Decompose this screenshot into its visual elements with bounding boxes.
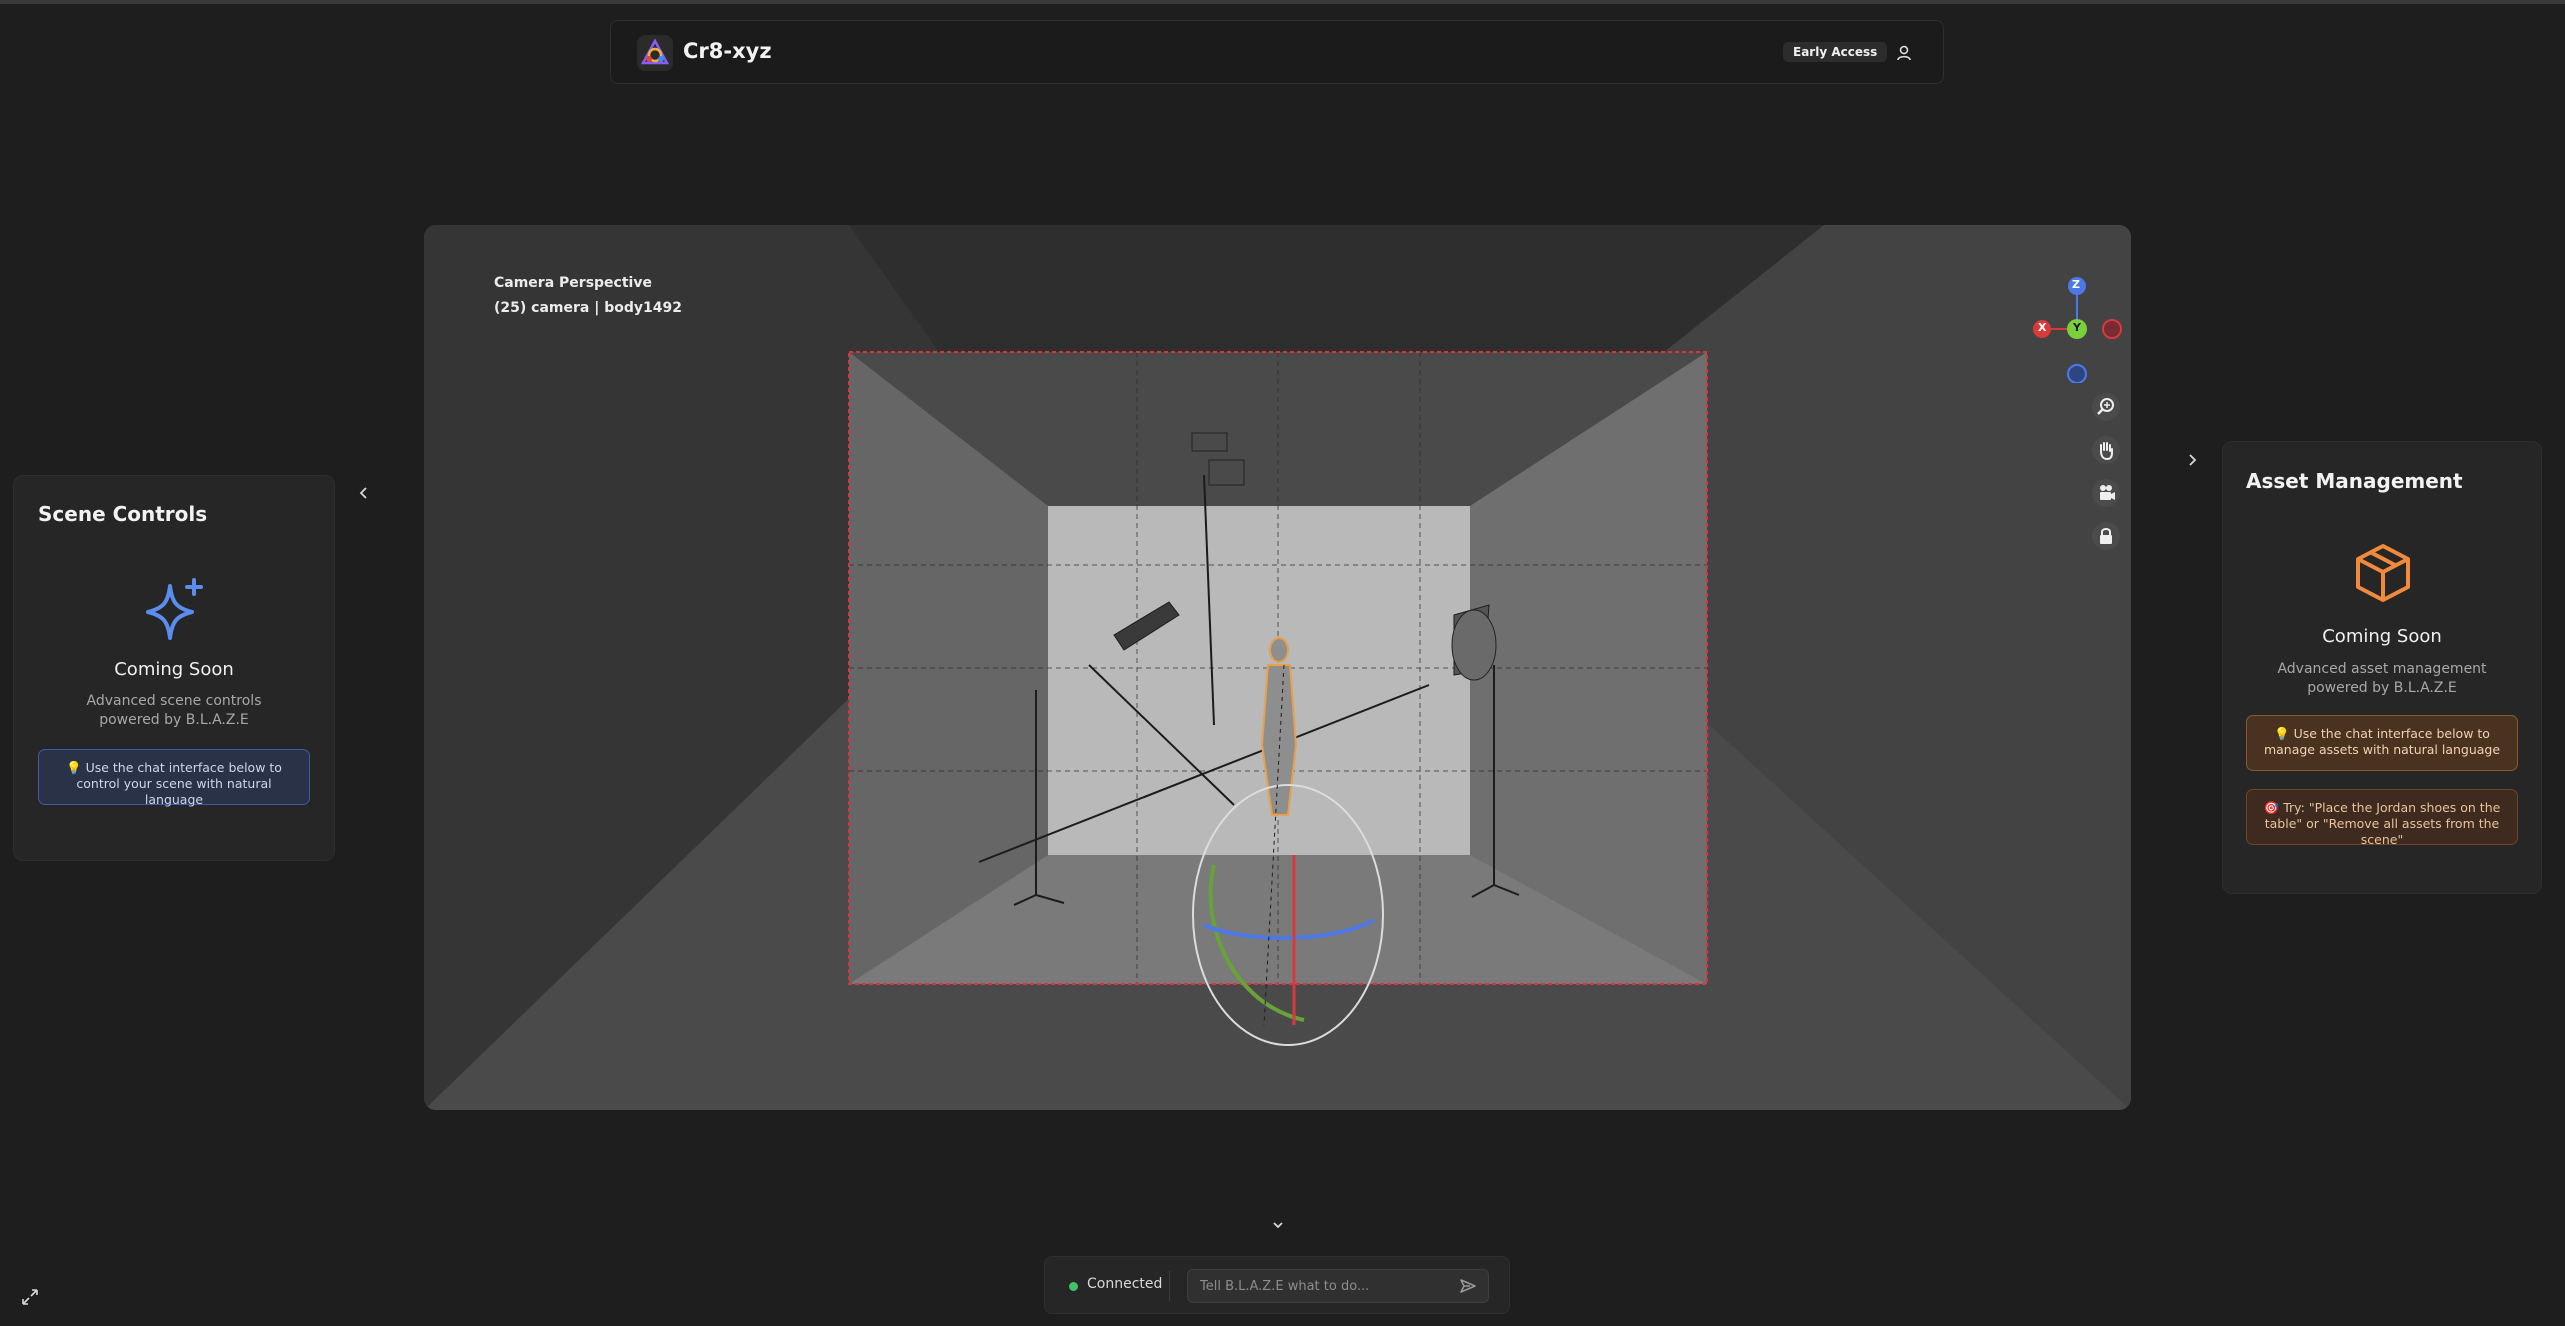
sparkles-icon (142, 576, 208, 642)
scene-controls-panel: Scene Controls Coming Soon Advanced scen… (13, 475, 335, 861)
scene-coming-soon: Coming Soon (114, 659, 234, 680)
selected-object-label: (25) camera | body1492 (494, 300, 682, 316)
user-icon[interactable] (1894, 43, 1914, 63)
app-logo-icon[interactable] (637, 35, 673, 71)
collapse-left-chevron-icon[interactable] (354, 483, 374, 503)
camera-icon[interactable] (2092, 479, 2120, 507)
gizmo-x-label: X (2038, 321, 2047, 334)
collapse-right-chevron-icon[interactable] (2182, 450, 2202, 470)
fullscreen-icon[interactable] (20, 1287, 40, 1307)
scene-tip: 💡 Use the chat interface below to contro… (38, 749, 310, 807)
lock-icon[interactable] (2092, 522, 2120, 550)
top-border (0, 0, 2565, 4)
connection-status: Connected (1087, 1276, 1163, 1292)
chat-input[interactable] (1187, 1269, 1489, 1303)
scene-controls-title: Scene Controls (38, 502, 208, 526)
asset-tip: 💡 Use the chat interface below to manage… (2246, 715, 2518, 771)
asset-description: Advanced asset management powered by B.L… (2277, 661, 2487, 696)
camera-perspective-label: Camera Perspective (494, 275, 652, 291)
chat-divider (1169, 1271, 1170, 1301)
app-header: Cr8-xyz Early Access (610, 20, 1944, 84)
gizmo-z-label: Z (2072, 278, 2080, 291)
asset-management-panel: Asset Management Coming Soon Advanced as… (2222, 441, 2542, 894)
connection-status-dot (1069, 1282, 1078, 1291)
pan-hand-icon[interactable] (2092, 436, 2120, 464)
zoom-icon[interactable] (2092, 393, 2120, 421)
early-access-badge: Early Access (1783, 42, 1888, 62)
box-icon (2352, 542, 2414, 604)
asset-try-example: 🎯 Try: "Place the Jordan shoes on the ta… (2246, 789, 2518, 847)
scene-description: Advanced scene controls powered by B.L.A… (86, 693, 262, 728)
asset-coming-soon: Coming Soon (2322, 626, 2442, 647)
3d-viewport[interactable]: Camera Perspective (25) camera | body149… (424, 225, 2131, 1110)
app-title: Cr8-xyz (683, 39, 772, 63)
send-icon[interactable] (1459, 1277, 1477, 1295)
gizmo-y-label: Y (2073, 321, 2081, 334)
chat-toggle-chevron-icon[interactable] (1268, 1215, 1288, 1235)
chat-bar: Connected (1044, 1256, 1510, 1314)
scene-render[interactable] (424, 225, 2131, 1110)
asset-management-title: Asset Management (2246, 469, 2463, 493)
orientation-gizmo[interactable]: Z X Y (2024, 273, 2124, 384)
